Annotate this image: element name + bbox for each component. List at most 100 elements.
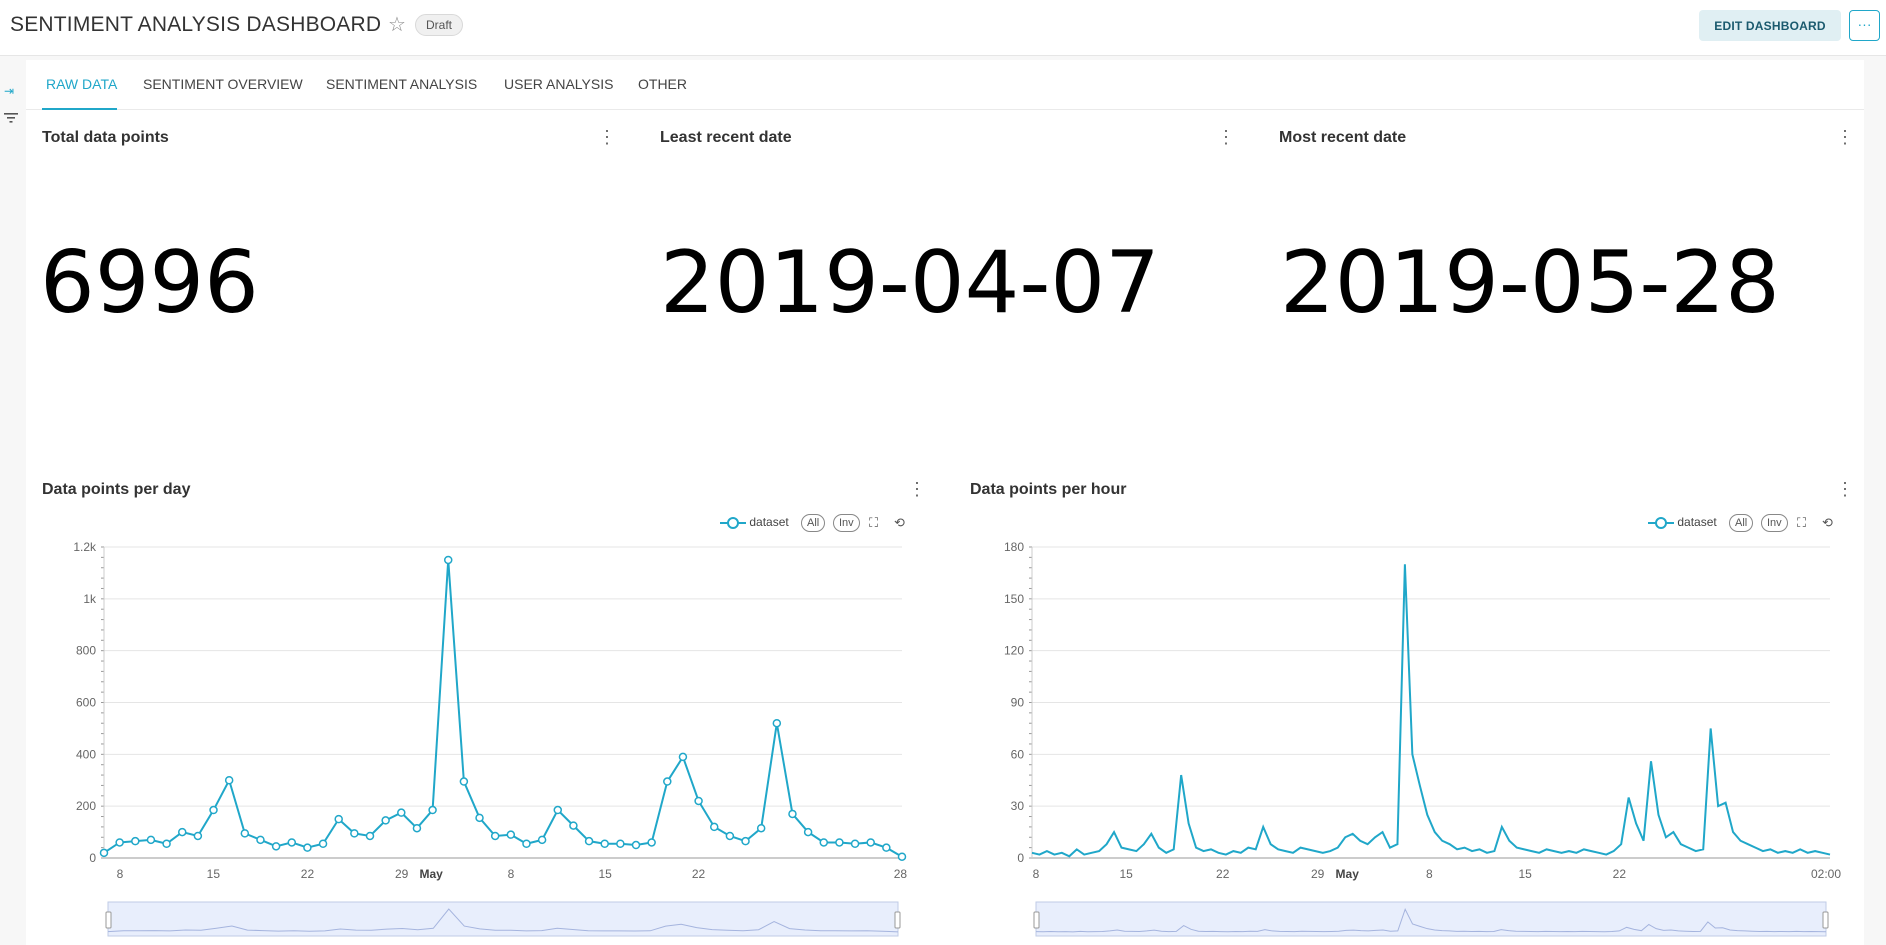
data-point	[506, 830, 516, 839]
data-point	[115, 838, 124, 847]
data-point	[537, 835, 547, 845]
y-tick-label: 200	[76, 799, 96, 813]
x-tick-label: 29	[395, 867, 409, 881]
data-point	[303, 843, 312, 852]
data-point	[209, 805, 218, 815]
data-point	[350, 829, 359, 838]
kebab-menu-icon[interactable]: ⋮	[598, 128, 616, 146]
kpi-value-most-recent: 2019-05-28	[1280, 233, 1780, 333]
data-point	[569, 821, 578, 830]
data-point	[694, 796, 703, 806]
data-point	[490, 831, 500, 841]
zoom-slider	[107, 901, 899, 937]
data-point	[788, 809, 797, 819]
kpi-title-total: Total data points	[42, 129, 169, 146]
y-tick-label: 0	[89, 851, 96, 865]
data-point	[631, 840, 641, 850]
x-tick-label: 15	[1119, 867, 1133, 881]
y-tick-label: 0	[1017, 851, 1024, 865]
tab-raw-data[interactable]: RAW DATA	[46, 76, 117, 92]
data-point	[741, 836, 750, 846]
x-tick-label: 8	[1426, 867, 1433, 881]
x-tick-label: 02:00	[1811, 867, 1841, 881]
y-tick-label: 400	[76, 747, 96, 761]
filter-icon[interactable]	[4, 112, 18, 127]
x-tick-label: May	[1336, 867, 1360, 881]
data-point	[162, 839, 171, 848]
data-point	[616, 839, 625, 848]
data-point	[428, 805, 437, 815]
data-point	[459, 777, 469, 786]
edit-dashboard-button[interactable]: EDIT DASHBOARD	[1699, 10, 1841, 41]
y-tick-label: 30	[1011, 799, 1025, 813]
series-line	[103, 559, 903, 858]
x-tick-label: 22	[1216, 867, 1230, 881]
x-tick-label: May	[420, 867, 444, 881]
tab-user-analysis[interactable]: USER ANALYSIS	[504, 76, 613, 92]
data-point	[381, 816, 390, 825]
kebab-menu-icon[interactable]: ⋮	[908, 480, 926, 498]
data-point	[443, 555, 453, 565]
data-point	[224, 776, 234, 785]
zoom-handle-left	[1033, 911, 1040, 929]
x-tick-label: 15	[1518, 867, 1532, 881]
data-point	[318, 839, 328, 848]
x-tick-label: 28	[894, 867, 908, 881]
star-icon[interactable]: ☆	[388, 12, 406, 37]
zoom-icon[interactable]: ⛶	[1797, 515, 1806, 531]
expand-icon[interactable]: ⇥	[4, 84, 14, 98]
data-point	[663, 777, 672, 786]
data-point	[177, 827, 187, 837]
kebab-menu-icon[interactable]: ⋮	[1217, 128, 1235, 146]
reset-zoom-icon[interactable]: ⟲	[1822, 515, 1833, 531]
data-point	[240, 829, 250, 838]
kpi-value-least-recent: 2019-04-07	[660, 233, 1160, 333]
data-point	[412, 823, 422, 833]
kpi-value-total: 6996	[40, 233, 259, 333]
legend-item[interactable]: dataset	[1648, 515, 1717, 529]
kpi-title-least-recent: Least recent date	[660, 129, 792, 146]
data-point	[193, 831, 203, 841]
x-tick-label: 8	[508, 867, 515, 881]
x-tick-label: 29	[1311, 867, 1325, 881]
kebab-menu-icon[interactable]: ⋮	[1836, 128, 1854, 146]
x-tick-label: 15	[598, 867, 612, 881]
y-tick-label: 600	[76, 696, 96, 710]
reset-zoom-icon[interactable]: ⟲	[894, 515, 905, 531]
data-point	[835, 838, 844, 847]
zoom-handle-left	[105, 911, 112, 929]
y-tick-label: 60	[1011, 747, 1025, 761]
y-tick-label: 120	[1004, 644, 1024, 658]
tab-sentiment-analysis[interactable]: SENTIMENT ANALYSIS	[326, 76, 477, 92]
data-point	[678, 752, 688, 762]
data-point	[709, 822, 719, 832]
filter-sidebar: ⇥	[0, 57, 26, 945]
tab-bar: RAW DATA SENTIMENT OVERVIEW SENTIMENT AN…	[26, 60, 1864, 110]
zoom-slider	[1035, 901, 1827, 937]
kebab-menu-icon[interactable]: ⋮	[1836, 480, 1854, 498]
y-tick-label: 1.2k	[73, 540, 97, 554]
chart-hour[interactable]: 0 30 60 90 120 150 180 8 15 22 29 May 8 15 22 02:00	[968, 530, 1848, 945]
series-line	[1031, 564, 1831, 858]
data-point	[475, 813, 484, 823]
data-point	[725, 831, 735, 841]
tab-other[interactable]: OTHER	[638, 76, 687, 92]
data-point	[600, 839, 609, 848]
more-options-button[interactable]: ···	[1849, 10, 1880, 41]
data-point	[256, 835, 265, 845]
tab-sentiment-overview[interactable]: SENTIMENT OVERVIEW	[143, 76, 303, 92]
data-point	[584, 836, 594, 846]
x-tick-label: 22	[1613, 867, 1627, 881]
zoom-icon[interactable]: ⛶	[869, 515, 878, 531]
x-tick-label: 8	[1033, 867, 1040, 881]
legend-item[interactable]: dataset	[720, 515, 789, 529]
chart-day[interactable]: 0 200 400 600 800 1k 1.2k 8 15 22 29 May 8 15 22 28	[40, 530, 920, 945]
data-point	[756, 823, 766, 833]
dashboard-header: SENTIMENT ANALYSIS DASHBOARD ☆ Draft EDI…	[0, 0, 1886, 56]
active-tab-indicator	[42, 108, 117, 110]
kpi-title-most-recent: Most recent date	[1279, 129, 1407, 146]
data-point	[866, 838, 875, 847]
data-point	[334, 814, 343, 824]
status-badge: Draft	[415, 14, 464, 36]
data-point	[271, 842, 281, 851]
